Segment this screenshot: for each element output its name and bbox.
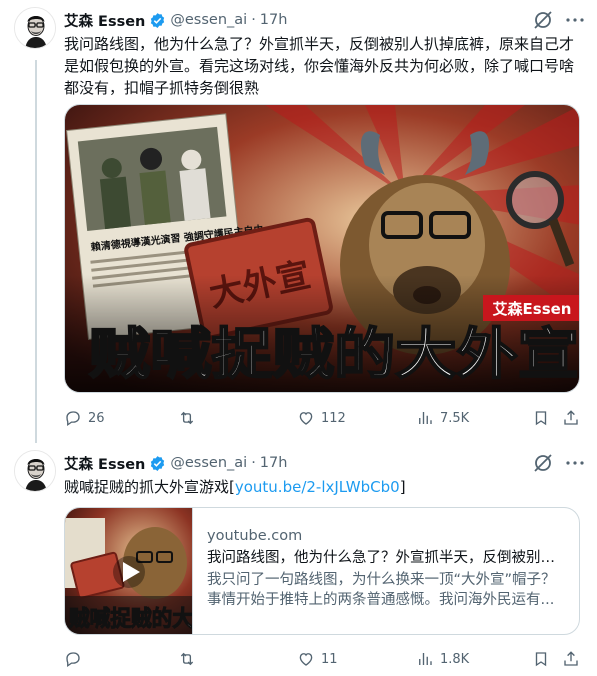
- tweet-text: 我问路线图，他为什么急了？外宣抓半天，反倒被别人扒掉底裤，原来自己才是如假包换的…: [64, 35, 575, 97]
- views-count: 7.5K: [440, 410, 470, 426]
- views-icon: [419, 412, 432, 424]
- share-button[interactable]: [562, 647, 580, 671]
- tweet-text-suffix: ]: [399, 478, 406, 496]
- like-count: 11: [321, 651, 338, 667]
- avatar-portrait: [15, 8, 55, 48]
- like-count: 112: [321, 410, 346, 426]
- card-domain: youtube.com: [207, 528, 303, 544]
- thumbnail-illustration: 贼喊捉贼的大: [65, 508, 193, 634]
- more-icon[interactable]: [563, 8, 587, 32]
- tweet-header: 艾森 Essen @essen_ai · 17h: [64, 9, 287, 31]
- views-button[interactable]: 7.5K: [416, 406, 469, 430]
- reply-button[interactable]: [64, 647, 82, 671]
- tweet-text-prefix: 贼喊捉贼的抓大外宣游戏[: [64, 478, 235, 496]
- reply-button[interactable]: 26: [64, 406, 105, 430]
- author-name[interactable]: 艾森 Essen: [64, 10, 145, 31]
- verified-badge-icon: [151, 12, 165, 28]
- reply-icon: [66, 411, 80, 427]
- watermark-text: 艾森Essen: [493, 300, 572, 318]
- author-handle[interactable]: @essen_ai: [170, 455, 247, 471]
- share-icon: [564, 651, 578, 666]
- views-count: 1.8K: [440, 651, 470, 667]
- author-handle[interactable]: @essen_ai: [170, 12, 247, 28]
- separator-dot: ·: [251, 455, 256, 471]
- share-icon: [564, 410, 578, 425]
- like-button[interactable]: 11: [297, 647, 338, 671]
- author-name[interactable]: 艾森 Essen: [64, 453, 145, 474]
- tweet-header: 艾森 Essen @essen_ai · 17h: [64, 452, 287, 474]
- card-thumbnail[interactable]: 贼喊捉贼的大: [65, 508, 193, 634]
- bookmark-icon: [535, 652, 547, 667]
- avatar[interactable]: [14, 7, 56, 49]
- card-text: youtube.com 我问路线图，他为什么急了？外宣抓半天，反倒被别人扒掉底裤…: [207, 526, 567, 610]
- views-icon: [419, 653, 432, 665]
- repost-button[interactable]: [178, 406, 196, 430]
- tweet-text: 贼喊捉贼的抓大外宣游戏[youtu.be/2-lxJLWbCb0]: [64, 476, 584, 498]
- separator-dot: ·: [251, 12, 256, 28]
- like-icon: [299, 412, 313, 425]
- tweet-link[interactable]: youtu.be/2-lxJLWbCb0: [235, 478, 400, 496]
- reply-icon: [66, 652, 80, 668]
- timestamp[interactable]: 17h: [260, 455, 288, 471]
- grok-icon[interactable]: [531, 451, 555, 475]
- repost-icon: [180, 411, 194, 425]
- tweet-media-image[interactable]: 賴清德視導漢光演習 強調守護民主自由 大外宣: [64, 104, 580, 393]
- verified-badge-icon: [151, 455, 165, 471]
- avatar[interactable]: [14, 450, 56, 492]
- timestamp[interactable]: 17h: [260, 12, 288, 28]
- views-button[interactable]: 1.8K: [416, 647, 469, 671]
- link-preview-card[interactable]: 贼喊捉贼的大 youtube.com 我问路线图，他为什么急了？外宣抓半天，反倒…: [64, 507, 580, 635]
- share-button[interactable]: [562, 406, 580, 430]
- bookmark-button[interactable]: [532, 647, 550, 671]
- thumbnail-headline: 贼喊捉贼的大: [68, 606, 193, 632]
- tweet-actions: 26 112 7.5K: [64, 406, 584, 430]
- tweet-1[interactable]: 艾森 Essen @essen_ai · 17h 我问路线图，他为什么急了？外宣…: [0, 0, 597, 443]
- more-icon[interactable]: [563, 451, 587, 475]
- grok-icon[interactable]: [531, 8, 555, 32]
- media-illustration: 賴清德視導漢光演習 強調守護民主自由 大外宣: [65, 105, 579, 392]
- repost-button[interactable]: [178, 647, 196, 671]
- like-icon: [299, 653, 313, 666]
- bookmark-button[interactable]: [532, 406, 550, 430]
- bookmark-icon: [535, 411, 547, 426]
- card-title: 我问路线图，他为什么急了？外宣抓半天，反倒被别人扒掉底裤，原来自己才是如假包换的…: [207, 550, 567, 566]
- avatar-portrait: [15, 451, 55, 491]
- tweet-actions: 11 1.8K: [64, 647, 584, 671]
- card-description: 我只问了一句路线图，为什么换来一顶“大外宣”帽子？事情开始于推特上的两条普通感慨…: [207, 572, 556, 608]
- like-button[interactable]: 112: [297, 406, 346, 430]
- repost-icon: [180, 652, 194, 666]
- media-headline: 贼喊捉贼的大外宣: [89, 322, 579, 386]
- tweet-2[interactable]: 艾森 Essen @essen_ai · 17h 贼喊捉贼的抓大外宣游戏[you…: [0, 443, 597, 676]
- reply-count: 26: [88, 410, 105, 426]
